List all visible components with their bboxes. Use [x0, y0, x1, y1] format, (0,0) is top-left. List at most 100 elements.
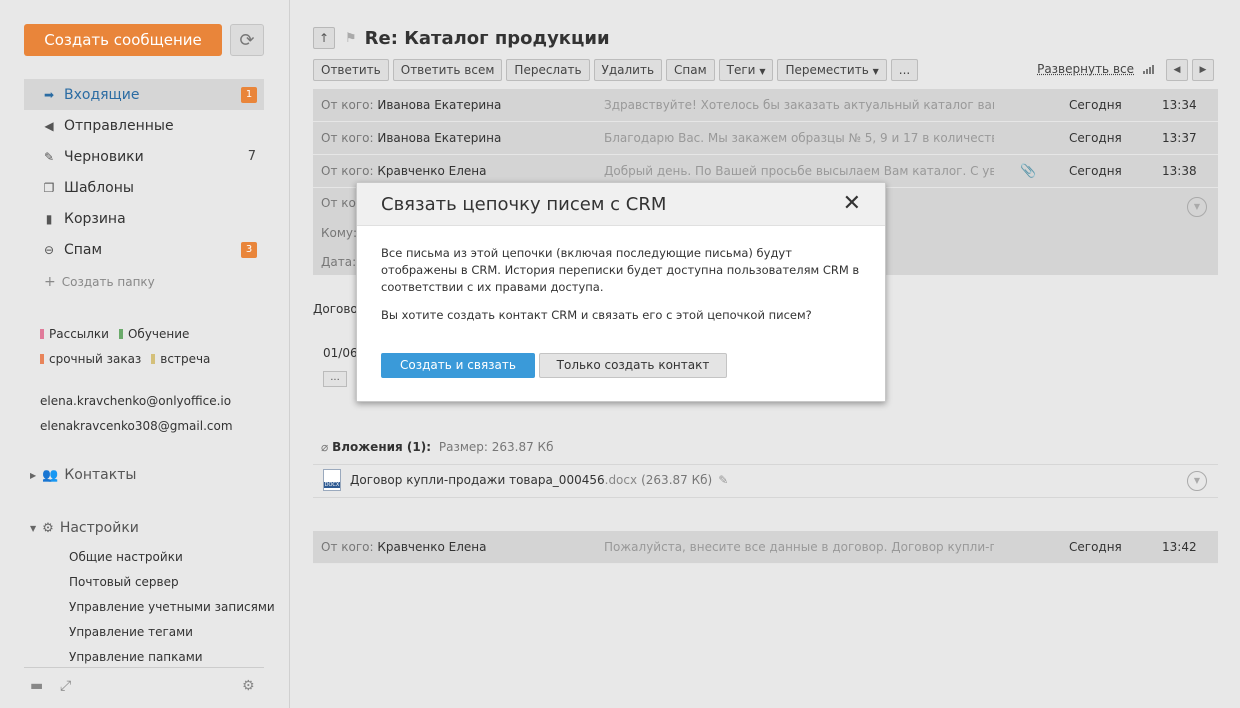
- drafts-count: 7: [247, 149, 256, 164]
- message-time: 13:34: [1162, 98, 1197, 112]
- chevron-left-icon: ◀: [1173, 65, 1181, 75]
- dialog-description: Все письма из этой цепочки (включая посл…: [381, 246, 860, 294]
- pencil-icon[interactable]: ✎: [718, 473, 728, 487]
- message-menu-icon[interactable]: ▼: [1187, 197, 1207, 217]
- from-field-label: От ко: [321, 196, 356, 210]
- create-folder-label: Создать папку: [61, 275, 155, 289]
- delete-button[interactable]: Удалить: [593, 59, 663, 81]
- folder-inbox[interactable]: ➡ Входящие 1: [24, 79, 264, 110]
- sender-name: Иванова Екатерина: [377, 98, 502, 112]
- attachment-menu-icon[interactable]: ▼: [1187, 471, 1207, 491]
- message-row[interactable]: От кого: Кравченко Елена Пожалуйста, вне…: [313, 531, 1218, 564]
- refresh-icon: ⟳: [239, 29, 255, 51]
- settings-list: Общие настройки Почтовый сервер Управлен…: [69, 548, 275, 673]
- contacts-icon: 👥: [42, 467, 59, 483]
- tag-item[interactable]: Рассылки: [40, 327, 109, 341]
- folder-templates[interactable]: ❐ Шаблоны: [24, 172, 264, 203]
- forward-button[interactable]: Переслать: [506, 59, 590, 81]
- tag-list: Рассылки Обучение срочный заказ встреча: [40, 321, 270, 371]
- attachment-item[interactable]: DOCX Договор купли-продажи товара_000456…: [323, 469, 728, 491]
- toolbar: Ответить Ответить всем Переслать Удалить…: [313, 59, 922, 81]
- block-icon: ⊖: [43, 242, 55, 257]
- folder-sent[interactable]: ◀ Отправленные: [24, 110, 264, 141]
- folder-spam[interactable]: ⊖ Спам 3: [24, 234, 264, 265]
- message-time: 13:38: [1162, 164, 1197, 178]
- message-date: Сегодня: [1069, 98, 1122, 112]
- message-date: Сегодня: [1069, 540, 1122, 554]
- settings-label: Настройки: [59, 520, 139, 536]
- settings-item[interactable]: Управление учетными записями: [69, 598, 275, 623]
- contacts-label: Контакты: [64, 467, 137, 483]
- folder-trash[interactable]: ▮ Корзина: [24, 203, 264, 234]
- crm-link-dialog: Связать цепочку писем с CRM ✕ Все письма…: [356, 182, 886, 402]
- settings-item[interactable]: Почтовый сервер: [69, 573, 275, 598]
- arrow-up-icon: ↑: [318, 31, 330, 45]
- chevron-right-icon: ▶: [1199, 65, 1207, 75]
- divider: [313, 464, 1218, 465]
- reply-button[interactable]: Ответить: [313, 59, 389, 81]
- folder-label: Корзина: [64, 210, 126, 227]
- from-label: От кого:: [321, 131, 374, 145]
- title-row: ↑ ⚑ Re: Каталог продукции: [313, 26, 610, 50]
- tag-item[interactable]: Обучение: [118, 327, 189, 341]
- account-item[interactable]: elena.kravchenko@onlyoffice.io: [40, 392, 233, 417]
- message-preview: Пожалуйста, внесите все данные в договор…: [604, 540, 994, 554]
- spam-badge: 3: [241, 242, 257, 258]
- expand-icon[interactable]: ⤢: [60, 678, 71, 694]
- inbox-arrow-icon: ➡: [43, 87, 55, 102]
- reply-all-button[interactable]: Ответить всем: [392, 59, 503, 81]
- folder-label: Черновики: [64, 148, 144, 165]
- create-and-link-button[interactable]: Создать и связать: [381, 353, 535, 378]
- flag-icon[interactable]: ⚑: [345, 31, 357, 46]
- message-preview: Благодарю Вас. Мы закажем образцы № 5, 9…: [604, 131, 994, 145]
- contacts-section[interactable]: ▶ 👥 Контакты: [30, 467, 136, 483]
- refresh-button[interactable]: ⟳: [230, 24, 264, 56]
- tags-button[interactable]: Теги ▼: [718, 59, 774, 81]
- next-button[interactable]: ▶: [1192, 59, 1214, 81]
- move-button[interactable]: Переместить ▼: [777, 59, 887, 81]
- settings-section[interactable]: ▼ ⚙ Настройки: [30, 520, 139, 536]
- tag-item[interactable]: встреча: [151, 352, 210, 366]
- tag-item[interactable]: срочный заказ: [40, 352, 141, 366]
- move-label: Переместить: [785, 63, 869, 77]
- message-time: 13:37: [1162, 131, 1197, 145]
- expand-all-link[interactable]: Развернуть все: [1037, 62, 1134, 76]
- message-time: 13:42: [1162, 540, 1197, 554]
- folder-drafts[interactable]: ✎ Черновики 7: [24, 141, 264, 172]
- unread-badge: 1: [241, 87, 257, 103]
- tags-label: Теги: [726, 63, 756, 77]
- tag-label: срочный заказ: [49, 351, 142, 366]
- dialog-question: Вы хотите создать контакт CRM и связать …: [381, 308, 812, 322]
- create-folder-link[interactable]: + Создать папку: [44, 274, 155, 290]
- account-item[interactable]: elenakravcenko308@gmail.com: [40, 417, 233, 442]
- create-message-button[interactable]: Создать сообщение: [24, 24, 222, 56]
- message-from: От кого: Кравченко Елена: [321, 540, 486, 554]
- tag-color-swatch: [40, 328, 44, 339]
- chat-icon[interactable]: ▬: [30, 678, 43, 694]
- spam-button[interactable]: Спам: [666, 59, 715, 81]
- folder-label: Входящие: [64, 86, 140, 103]
- dialog-header: Связать цепочку писем с CRM ✕: [357, 183, 885, 226]
- paperclip-icon: ⌀: [321, 440, 329, 454]
- message-row[interactable]: От кого: Иванова Екатерина Благодарю Вас…: [313, 122, 1218, 155]
- prev-button[interactable]: ◀: [1166, 59, 1188, 81]
- back-button[interactable]: ↑: [313, 27, 335, 49]
- from-label: От кого:: [321, 164, 374, 178]
- message-date: Сегодня: [1069, 164, 1122, 178]
- message-row[interactable]: От кого: Иванова Екатерина Здравствуйте!…: [313, 89, 1218, 122]
- show-quoted-button[interactable]: ...: [323, 371, 347, 387]
- attachment-name[interactable]: Договор купли-продажи товара_000456: [350, 473, 605, 487]
- close-icon[interactable]: ✕: [843, 191, 861, 217]
- more-button[interactable]: ...: [890, 59, 919, 81]
- chevron-right-icon: ▶: [30, 470, 37, 480]
- divider: [313, 497, 1218, 498]
- sender-name: Кравченко Елена: [377, 164, 487, 178]
- message-date: Сегодня: [1069, 131, 1122, 145]
- page-title: Re: Каталог продукции: [364, 27, 610, 49]
- edit-icon: ✎: [43, 149, 55, 164]
- create-contact-only-button[interactable]: Только создать контакт: [539, 353, 727, 378]
- settings-gear-icon[interactable]: ⚙: [242, 678, 255, 694]
- tag-color-swatch: [118, 328, 123, 339]
- settings-item[interactable]: Общие настройки: [69, 548, 275, 573]
- settings-item[interactable]: Управление тегами: [69, 623, 275, 648]
